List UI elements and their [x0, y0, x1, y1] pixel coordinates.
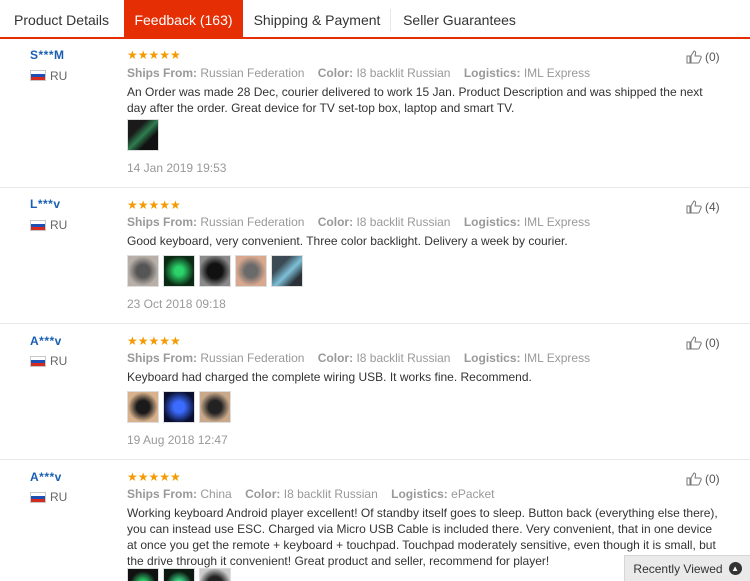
- review-photo-thumbnail[interactable]: [127, 255, 159, 287]
- ships-from-label: Ships From:: [127, 487, 198, 501]
- helpful-button[interactable]: (0): [686, 50, 720, 64]
- reviewer-country: RU: [50, 490, 68, 504]
- russia-flag-icon: [30, 492, 46, 503]
- logistics-label: Logistics:: [463, 66, 521, 80]
- reviewer-name[interactable]: A***v: [30, 470, 62, 484]
- thumbs-up-icon: [686, 50, 702, 64]
- color-value: I8 backlit Russian: [356, 351, 451, 365]
- review-item: L***v RU ★★★★★ Ships From: Russian Feder…: [0, 188, 750, 324]
- review-photos: [127, 568, 231, 581]
- chevron-up-icon: ▲: [728, 562, 742, 575]
- review-photo-thumbnail[interactable]: [199, 568, 231, 581]
- ships-from-value: China: [200, 487, 232, 501]
- color-label: Color:: [317, 351, 354, 365]
- review-item: S***M RU ★★★★★ Ships From: Russian Feder…: [0, 39, 750, 188]
- color-value: I8 backlit Russian: [356, 215, 451, 229]
- ships-from-label: Ships From:: [127, 215, 198, 229]
- ships-from-label: Ships From:: [127, 66, 198, 80]
- reviewer-name[interactable]: A***v: [30, 334, 62, 348]
- tab-feedback[interactable]: Feedback (163): [124, 0, 243, 39]
- review-photo-thumbnail[interactable]: [163, 568, 195, 581]
- helpful-button[interactable]: (4): [686, 200, 720, 214]
- logistics-label: Logistics:: [391, 487, 448, 501]
- helpful-button[interactable]: (0): [686, 472, 720, 486]
- review-item: A***v RU ★★★★★ Ships From: Russian Feder…: [0, 324, 750, 460]
- review-text: Keyboard had charged the complete wiring…: [127, 370, 532, 384]
- logistics-label: Logistics:: [463, 351, 521, 365]
- thumbs-up-icon: [686, 472, 702, 486]
- reviewer-country: RU: [50, 218, 68, 232]
- star-rating: ★★★★★: [127, 48, 181, 62]
- color-label: Color:: [317, 66, 354, 80]
- review-date: 19 Aug 2018 12:47: [127, 433, 228, 447]
- review-photo-thumbnail[interactable]: [163, 391, 195, 423]
- star-rating: ★★★★★: [127, 470, 181, 484]
- recently-viewed-label: Recently Viewed: [633, 561, 723, 576]
- review-photo-thumbnail[interactable]: [271, 255, 303, 287]
- thumbs-up-icon: [686, 200, 702, 214]
- review-photos: [127, 255, 303, 287]
- russia-flag-icon: [30, 356, 46, 367]
- recently-viewed-button[interactable]: Recently Viewed ▲: [624, 555, 750, 581]
- helpful-count: (0): [705, 336, 720, 350]
- review-text: An Order was made 28 Dec, courier delive…: [127, 85, 703, 115]
- color-label: Color:: [245, 487, 281, 501]
- reviewer-name[interactable]: S***M: [30, 48, 65, 62]
- review-meta: Ships From: Russian Federation Color: I8…: [127, 215, 590, 229]
- helpful-count: (4): [705, 200, 720, 214]
- review-photo-thumbnail[interactable]: [127, 119, 159, 151]
- review-date: 23 Oct 2018 09:18: [127, 297, 226, 311]
- ships-from-value: Russian Federation: [200, 351, 305, 365]
- review-date: 14 Jan 2019 19:53: [127, 161, 227, 175]
- reviewer-country: RU: [50, 69, 68, 83]
- review-photos: [127, 391, 231, 423]
- tab-product-details[interactable]: Product Details: [0, 2, 123, 39]
- color-value: I8 backlit Russian: [356, 66, 451, 80]
- color-value: I8 backlit Russian: [283, 487, 378, 501]
- review-text: Good keyboard, very convenient. Three co…: [127, 234, 568, 248]
- review-meta: Ships From: Russian Federation Color: I8…: [127, 66, 590, 80]
- logistics-value: ePacket: [451, 487, 495, 501]
- tab-shipping-payment[interactable]: Shipping & Payment: [244, 2, 390, 39]
- tab-bar: Product Details Feedback (163) Shipping …: [0, 0, 750, 39]
- logistics-value: IML Express: [523, 351, 591, 365]
- review-photos: [127, 119, 159, 151]
- helpful-button[interactable]: (0): [686, 336, 720, 350]
- thumbs-up-icon: [686, 336, 702, 350]
- logistics-label: Logistics:: [463, 215, 521, 229]
- review-meta: Ships From: Russian Federation Color: I8…: [127, 351, 590, 365]
- tab-seller-guarantees[interactable]: Seller Guarantees: [391, 2, 528, 39]
- review-photo-thumbnail[interactable]: [199, 391, 231, 423]
- review-meta: Ships From: China Color: I8 backlit Russ…: [127, 487, 495, 501]
- reviewer-country: RU: [50, 354, 68, 368]
- helpful-count: (0): [705, 50, 720, 64]
- ships-from-label: Ships From:: [127, 351, 198, 365]
- russia-flag-icon: [30, 220, 46, 231]
- logistics-value: IML Express: [523, 215, 591, 229]
- review-photo-thumbnail[interactable]: [199, 255, 231, 287]
- star-rating: ★★★★★: [127, 198, 181, 212]
- ships-from-value: Russian Federation: [200, 66, 305, 80]
- review-photo-thumbnail[interactable]: [127, 568, 159, 581]
- star-rating: ★★★★★: [127, 334, 181, 348]
- reviewer-name[interactable]: L***v: [30, 197, 61, 211]
- review-photo-thumbnail[interactable]: [127, 391, 159, 423]
- ships-from-value: Russian Federation: [200, 215, 305, 229]
- logistics-value: IML Express: [523, 66, 591, 80]
- review-photo-thumbnail[interactable]: [163, 255, 195, 287]
- review-photo-thumbnail[interactable]: [235, 255, 267, 287]
- color-label: Color:: [317, 215, 354, 229]
- helpful-count: (0): [705, 472, 720, 486]
- russia-flag-icon: [30, 70, 46, 81]
